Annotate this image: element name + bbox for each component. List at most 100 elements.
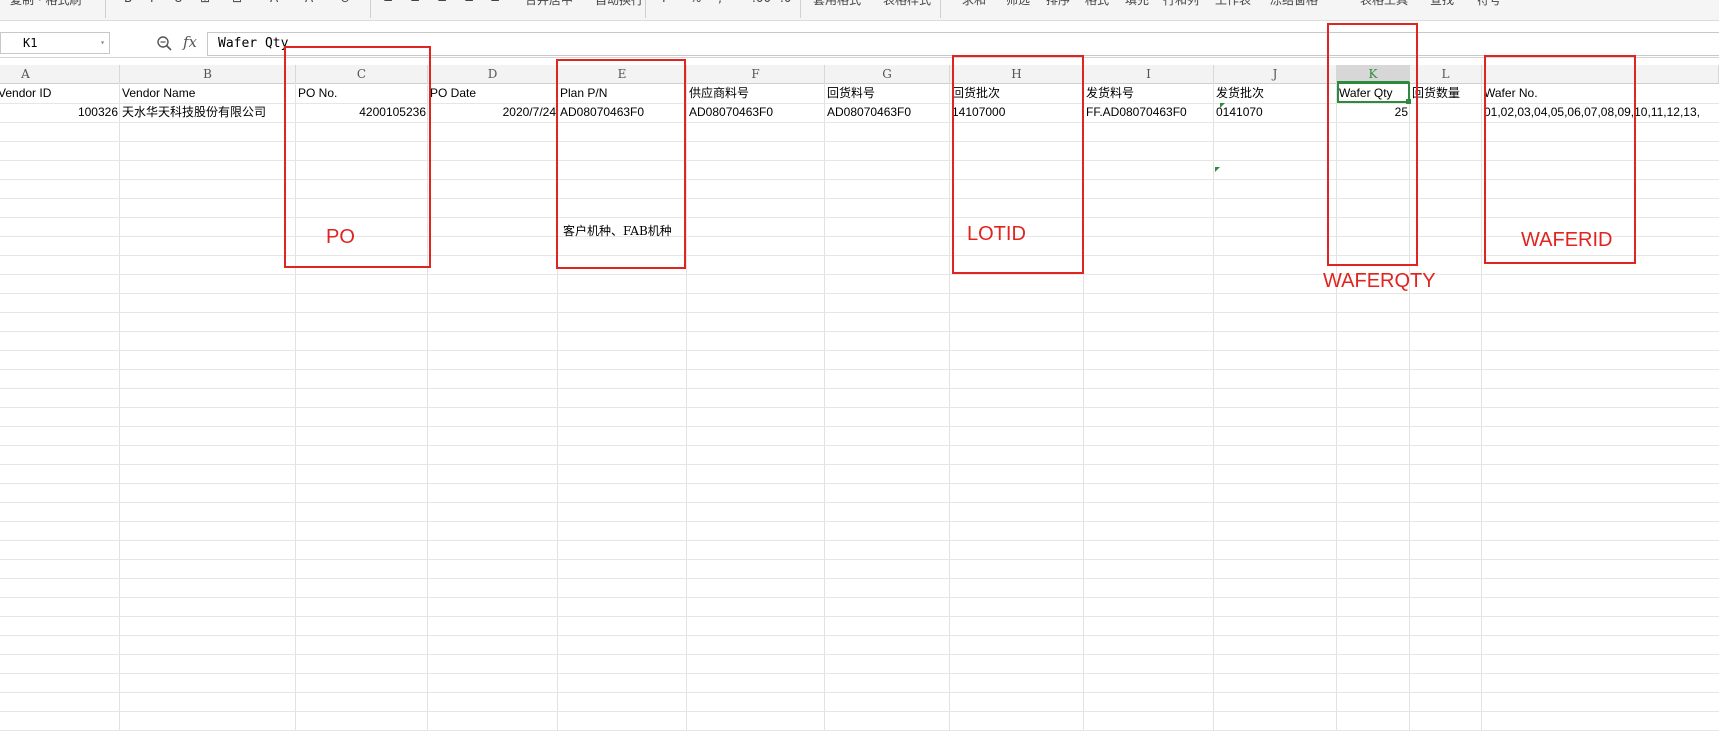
ribbon-item[interactable]: ‚ bbox=[718, 0, 722, 5]
row-divider bbox=[0, 692, 1719, 693]
column-header-d[interactable]: D bbox=[428, 65, 558, 83]
zoom-formula-icon[interactable] bbox=[156, 35, 172, 51]
column-header-a[interactable]: A bbox=[0, 65, 120, 83]
header-cell[interactable]: 回货数量 bbox=[1410, 84, 1482, 103]
ribbon-separator bbox=[940, 0, 941, 18]
column-header-l[interactable]: L bbox=[1410, 65, 1482, 83]
ribbon-item[interactable]: 查找 bbox=[1430, 0, 1454, 8]
name-box-value: K1 bbox=[23, 36, 38, 50]
row-divider bbox=[0, 293, 1719, 294]
ribbon-item[interactable]: 冻结窗格 bbox=[1270, 0, 1318, 8]
row-divider bbox=[0, 350, 1719, 351]
annotation-label-po: PO bbox=[326, 226, 355, 248]
ribbon-item[interactable]: ≡ bbox=[383, 0, 393, 5]
error-indicator-icon bbox=[1220, 103, 1225, 108]
name-box[interactable]: K1 ▾ bbox=[0, 32, 110, 54]
data-cell[interactable]: AD08070463F0 bbox=[687, 103, 825, 122]
row-divider bbox=[0, 540, 1719, 541]
spreadsheet-grid[interactable]: ABCDEFGHIJKL Vendor ID Vendor Name PO No. P… bbox=[0, 65, 1719, 731]
ribbon-item[interactable]: I bbox=[150, 0, 154, 5]
row-divider bbox=[0, 331, 1719, 332]
row-divider bbox=[0, 597, 1719, 598]
annotation-label-lotid: LOTID bbox=[967, 223, 1026, 245]
ribbon-item[interactable]: 求和 bbox=[962, 0, 986, 8]
annotation-label-waferid: WAFERID bbox=[1521, 229, 1613, 251]
formula-input[interactable]: Wafer Qty bbox=[207, 32, 1719, 56]
header-cell[interactable]: Vendor ID bbox=[0, 84, 116, 103]
fx-icon[interactable]: fx bbox=[183, 33, 197, 51]
annotation-label-waferqty: WAFERQTY bbox=[1323, 270, 1436, 292]
row-divider bbox=[0, 711, 1719, 712]
row-divider bbox=[0, 654, 1719, 655]
ribbon-item[interactable]: 符号 bbox=[1477, 0, 1501, 8]
annotation-label-plan-pn: 客户机种、FAB机种 bbox=[563, 224, 672, 238]
ribbon-item[interactable]: U bbox=[174, 0, 183, 5]
row-divider bbox=[0, 217, 1719, 218]
data-cell[interactable]: 2020/7/24 bbox=[428, 103, 558, 122]
ribbon-item[interactable]: % bbox=[690, 0, 701, 5]
ribbon-separator bbox=[645, 0, 646, 18]
header-cell[interactable]: 回货料号 bbox=[825, 84, 950, 103]
ribbon-item[interactable]: A bbox=[305, 0, 313, 5]
row-divider bbox=[0, 122, 1719, 123]
row-divider bbox=[0, 578, 1719, 579]
row-divider bbox=[0, 445, 1719, 446]
row-divider bbox=[0, 616, 1719, 617]
ribbon-item[interactable]: 筛选 bbox=[1006, 0, 1030, 8]
data-cell[interactable] bbox=[1410, 103, 1482, 122]
ribbon-item[interactable]: 工作表 bbox=[1215, 0, 1251, 8]
ribbon-item[interactable]: 排序 bbox=[1046, 0, 1070, 8]
row-divider bbox=[0, 160, 1719, 161]
ribbon-item[interactable]: ≡ bbox=[490, 0, 500, 5]
ribbon-item[interactable]: 填充 bbox=[1125, 0, 1149, 8]
ribbon-item[interactable]: ≡ bbox=[437, 0, 447, 5]
column-header-f[interactable]: F bbox=[687, 65, 825, 83]
column-header-b[interactable]: B bbox=[120, 65, 296, 83]
row-divider bbox=[0, 483, 1719, 484]
row-divider bbox=[0, 464, 1719, 465]
header-cell[interactable]: PO Date bbox=[428, 84, 558, 103]
row-divider bbox=[0, 312, 1719, 313]
ribbon-item[interactable]: ⊞ bbox=[200, 0, 210, 5]
ribbon-item[interactable]: 套用格式 bbox=[813, 0, 861, 8]
ribbon-item[interactable]: B bbox=[124, 0, 132, 5]
column-header-i[interactable]: I bbox=[1084, 65, 1214, 83]
row-divider bbox=[0, 502, 1719, 503]
column-header-j[interactable]: J bbox=[1214, 65, 1337, 83]
ribbon-items: 复制 · 格式刷 B I U ⊞ ⊡ A A ⊘ ≡ ≡ ≡ ≡ ≡ 合并居中 自动换行 ¥% ‚ .00 .0 套用格… bbox=[0, 0, 1719, 20]
ribbon-item[interactable]: 合并居中 bbox=[525, 0, 573, 8]
ribbon-item[interactable]: ⊡ bbox=[232, 0, 242, 5]
ribbon-item[interactable]: 格式 bbox=[1085, 0, 1109, 8]
header-cell[interactable]: 供应商料号 bbox=[687, 84, 825, 103]
column-header-row: ABCDEFGHIJKL bbox=[0, 65, 1719, 84]
annotation-box-waferqty bbox=[1327, 23, 1418, 266]
row-divider bbox=[0, 274, 1719, 275]
column-header-g[interactable]: G bbox=[825, 65, 950, 83]
ribbon-item[interactable]: 表格工具 bbox=[1360, 0, 1408, 8]
ribbon-item[interactable]: ¥ bbox=[660, 0, 668, 5]
data-cell[interactable]: 100326 bbox=[0, 103, 120, 122]
ribbon-item[interactable]: ≡ bbox=[464, 0, 474, 5]
row-divider bbox=[0, 236, 1719, 237]
data-cell[interactable]: 天水华天科技股份有限公司 bbox=[120, 103, 296, 122]
ribbon-item[interactable]: .00 bbox=[752, 0, 771, 5]
ribbon-item[interactable]: 复制 · 格式刷 bbox=[10, 0, 81, 8]
header-cell[interactable]: Vendor Name bbox=[120, 84, 296, 103]
header-cell[interactable]: 发货料号 bbox=[1084, 84, 1214, 103]
row-divider bbox=[0, 369, 1719, 370]
data-cell[interactable]: AD08070463F0 bbox=[825, 103, 950, 122]
ribbon-item[interactable]: 表格样式 bbox=[883, 0, 931, 8]
row-divider bbox=[0, 179, 1719, 180]
row-divider bbox=[0, 559, 1719, 560]
data-cell[interactable]: FF.AD08070463F0 bbox=[1084, 103, 1214, 122]
ribbon-item[interactable]: .0 bbox=[780, 0, 791, 5]
ribbon-item[interactable]: 自动换行 bbox=[595, 0, 643, 8]
ribbon-item[interactable]: ⊘ bbox=[340, 0, 350, 5]
ribbon-item[interactable]: ≡ bbox=[410, 0, 420, 5]
ribbon-item[interactable]: A bbox=[270, 0, 278, 5]
chevron-down-icon[interactable]: ▾ bbox=[100, 33, 105, 53]
ribbon-item[interactable]: 行和列 bbox=[1163, 0, 1199, 8]
data-cell[interactable]: 0141070 bbox=[1214, 103, 1337, 122]
header-cell[interactable]: 发货批次 bbox=[1214, 84, 1337, 103]
row-divider bbox=[0, 426, 1719, 427]
